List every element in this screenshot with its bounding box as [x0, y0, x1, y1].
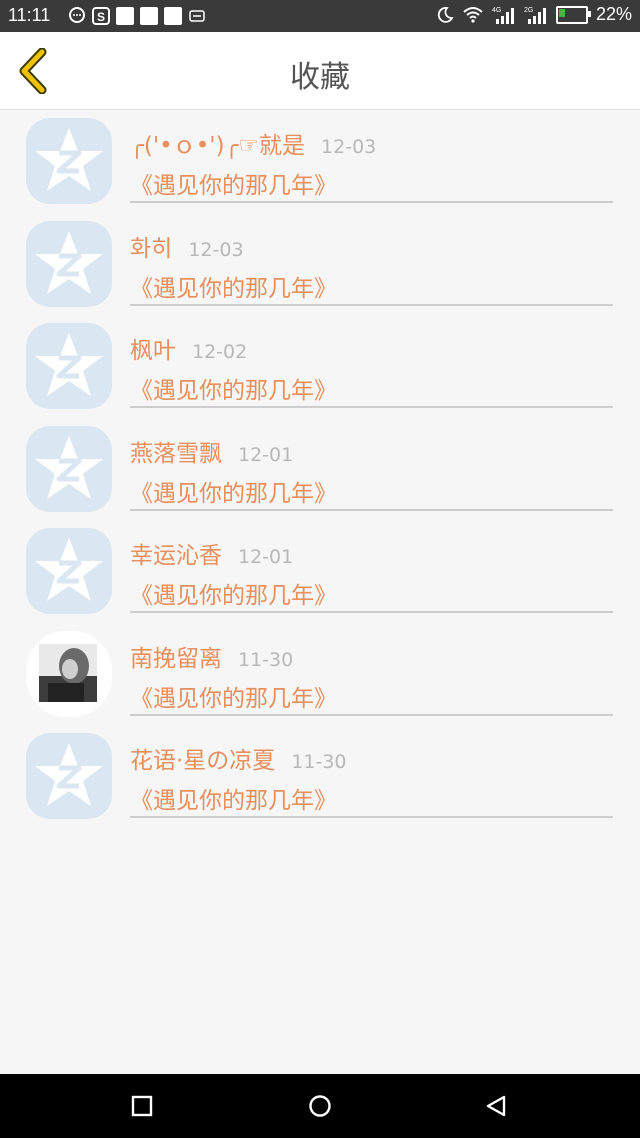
status-time: 11:11	[8, 5, 51, 25]
divider	[130, 303, 613, 306]
user-name: 南挽留离	[130, 645, 222, 672]
divider	[130, 816, 613, 818]
name-row: 燕落雪飘 12-01	[130, 434, 293, 468]
divider	[130, 201, 613, 203]
notification-icons: S	[68, 7, 206, 25]
name-row: 花语·星の凉夏 11-30	[130, 741, 347, 775]
signal-icon: 2G	[524, 7, 546, 24]
navigation-bar	[0, 1074, 640, 1138]
message-icon	[69, 7, 85, 23]
favorite-date: 12-03	[321, 136, 377, 158]
battery-charging-icon	[555, 5, 591, 24]
avatar[interactable]	[26, 528, 112, 614]
favorite-date: 12-01	[238, 546, 294, 568]
list-item[interactable]: 花语·星の凉夏 11-30 《遇见你的那几年》	[0, 725, 640, 828]
favorite-date: 12-02	[192, 341, 248, 363]
user-name: 화히	[130, 235, 173, 262]
list-item[interactable]: 枫叶 12-02 《遇见你的那几年》	[0, 315, 640, 418]
book-title: 《遇见你的那几年》	[130, 378, 337, 404]
name-row: 화히 12-03	[130, 229, 244, 263]
list-item[interactable]: 幸运沁香 12-01 《遇见你的那几年》	[0, 520, 640, 623]
back-triangle-icon[interactable]	[484, 1094, 508, 1118]
book-title: 《遇见你的那几年》	[130, 685, 337, 712]
recent-apps-icon[interactable]	[130, 1094, 154, 1118]
divider	[130, 611, 613, 613]
favorite-date: 11-30	[291, 751, 347, 773]
qzone-star-icon	[35, 128, 103, 191]
avatar[interactable]	[26, 220, 112, 307]
user-name: 幸运沁香	[130, 543, 222, 569]
svg-text:S: S	[97, 10, 105, 24]
avatar[interactable]	[26, 323, 112, 409]
mail-icon	[189, 10, 205, 22]
status-bar: 11:11 S 4G 2G 22%	[0, 0, 640, 32]
favorite-date: 12-01	[238, 443, 294, 466]
book-title: 《遇见你的那几年》	[130, 173, 337, 199]
wifi-icon	[463, 6, 483, 23]
user-photo	[26, 630, 112, 717]
book-title: 《遇见你的那几年》	[130, 788, 337, 814]
network-2g-label: 2G	[524, 7, 533, 14]
favorite-date: 12-03	[188, 238, 244, 261]
user-name: 燕落雪飘	[130, 440, 222, 467]
notification-square-icon	[140, 7, 158, 25]
notification-square-icon	[116, 7, 134, 25]
status-right: 4G 2G 22%	[436, 4, 632, 25]
book-title: 《遇见你的那几年》	[130, 275, 337, 302]
avatar[interactable]	[26, 733, 112, 819]
divider	[130, 406, 613, 408]
favorite-date: 11-30	[238, 648, 294, 671]
qzone-star-icon	[35, 230, 103, 294]
qzone-star-icon	[35, 538, 103, 601]
battery-percent: 22%	[595, 4, 632, 24]
avatar[interactable]	[26, 425, 112, 512]
qzone-star-icon	[35, 435, 103, 499]
divider	[130, 508, 613, 511]
signal-icon: 4G	[492, 7, 514, 24]
user-name: ╭('•ｏ•')╭☞就是	[130, 133, 306, 159]
name-row: 南挽留离 11-30	[130, 639, 293, 673]
avatar[interactable]	[26, 630, 112, 717]
book-title: 《遇见你的那几年》	[130, 583, 337, 609]
moon-icon	[437, 6, 454, 23]
name-row: 枫叶 12-02	[130, 331, 247, 365]
book-title: 《遇见你的那几年》	[130, 480, 337, 507]
favorites-list: ╭('•ｏ•')╭☞就是 12-03 《遇见你的那几年》 화히 12-03 《遇…	[0, 110, 640, 828]
list-item[interactable]: ╭('•ｏ•')╭☞就是 12-03 《遇见你的那几年》	[0, 110, 640, 213]
network-4g-label: 4G	[492, 7, 501, 14]
avatar[interactable]	[26, 118, 112, 204]
list-item[interactable]: 南挽留离 11-30 《遇见你的那几年》	[0, 623, 640, 726]
user-name: 花语·星の凉夏	[130, 748, 276, 774]
list-item[interactable]: 화히 12-03 《遇见你的那几年》	[0, 213, 640, 316]
name-row: 幸运沁香 12-01	[130, 536, 293, 570]
name-row: ╭('•ｏ•')╭☞就是 12-03	[130, 126, 376, 160]
qzone-star-icon	[35, 333, 103, 396]
home-icon[interactable]	[308, 1094, 332, 1118]
notification-square-icon	[164, 7, 182, 25]
divider	[130, 713, 613, 716]
user-name: 枫叶	[130, 338, 176, 364]
battery-level-fill	[558, 8, 565, 17]
title-bar: 收藏	[0, 32, 640, 110]
s-app-icon: S	[92, 7, 110, 25]
qzone-star-icon	[35, 743, 103, 806]
page-title: 收藏	[290, 60, 350, 95]
list-item[interactable]: 燕落雪飘 12-01 《遇见你的那几年》	[0, 418, 640, 521]
